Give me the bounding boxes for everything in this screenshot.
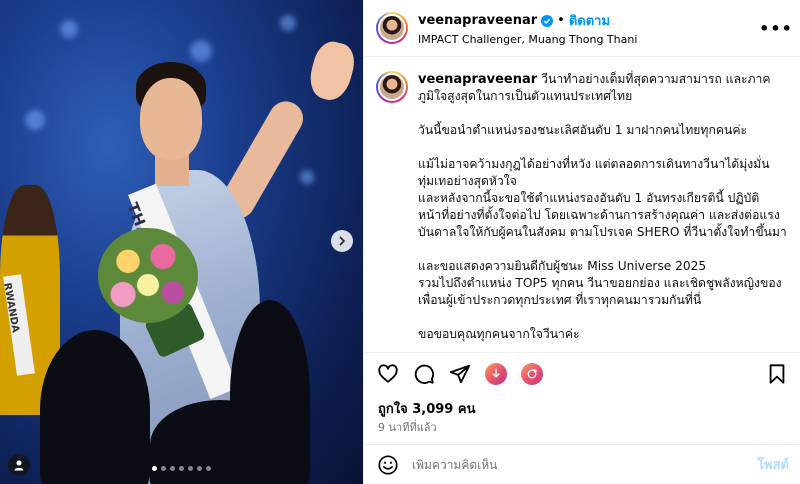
header-line: veenapraveenar • ติดตาม — [418, 10, 764, 31]
waving-hand — [305, 37, 359, 105]
bokeh-light — [25, 110, 45, 130]
comment-input[interactable] — [412, 457, 758, 472]
post-panel: veenapraveenar • ติดตาม IMPACT Challenge… — [363, 0, 800, 484]
header-text: veenapraveenar • ติดตาม IMPACT Challenge… — [418, 10, 764, 46]
boost-icon — [485, 362, 507, 385]
post-comment-button[interactable]: โพสต์ — [757, 454, 789, 475]
post-header: veenapraveenar • ติดตาม IMPACT Challenge… — [364, 0, 800, 57]
carousel-dot[interactable] — [161, 466, 166, 471]
avatar-image — [378, 73, 406, 101]
carousel-dot[interactable] — [206, 466, 211, 471]
caption-paragraph: แม้ไม่อาจคว้ามงกุฎได้อย่างที่หวัง แต่ตลอ… — [418, 157, 787, 239]
share-icon — [449, 364, 471, 383]
post-media[interactable]: RWANDA THAILAND — [0, 0, 363, 484]
bokeh-light — [280, 15, 296, 31]
carousel-next-button[interactable] — [331, 230, 353, 252]
bokeh-light — [300, 170, 314, 184]
more-options-button[interactable]: ••• — [759, 16, 792, 40]
like-button[interactable] — [376, 362, 400, 386]
user-tag-button[interactable] — [8, 454, 30, 476]
flower-bouquet — [98, 228, 198, 323]
follow-button[interactable]: ติดตาม — [569, 10, 610, 31]
carousel-dot[interactable] — [179, 466, 184, 471]
chevron-right-icon — [339, 236, 346, 246]
crowd-silhouette — [150, 400, 290, 484]
caption-paragraph: วันนี้ขอนำตำแหน่งรองชนะเลิศอันดับ 1 มาฝา… — [418, 123, 748, 137]
username-link[interactable]: veenapraveenar — [418, 13, 537, 28]
verified-badge-icon — [541, 14, 554, 27]
comment-button[interactable] — [412, 362, 436, 386]
action-bar — [364, 352, 800, 394]
carousel-dot[interactable] — [152, 466, 157, 471]
emoji-icon — [378, 454, 398, 475]
bookmark-icon — [769, 363, 785, 384]
caption-avatar[interactable] — [376, 71, 408, 103]
carousel-dots — [0, 466, 363, 471]
avatar-image — [378, 14, 406, 42]
reshare-icon — [521, 362, 543, 385]
save-button[interactable] — [765, 362, 789, 386]
comment-icon — [414, 364, 435, 384]
more-icon: ••• — [759, 18, 793, 38]
post-timestamp[interactable]: 9 นาทีที่แล้ว — [378, 418, 437, 436]
boost-button[interactable] — [484, 362, 508, 386]
like-count[interactable]: ถูกใจ 3,099 คน — [378, 398, 475, 419]
caption-section: veenapraveenar วีนาทำอย่างเต็มที่สุดความส… — [364, 57, 800, 350]
carousel-dot[interactable] — [197, 466, 202, 471]
heart-icon — [378, 363, 398, 383]
bokeh-light — [190, 40, 212, 62]
avatar[interactable] — [376, 12, 408, 44]
emoji-button[interactable] — [376, 453, 400, 477]
caption-paragraph: และขอแสดงความยินดีกับผู้ชนะ Miss Univers… — [418, 259, 782, 307]
contestant-face — [140, 78, 202, 160]
share-button[interactable] — [448, 362, 472, 386]
separator-dot: • — [557, 13, 565, 28]
caption-username[interactable]: veenapraveenar — [418, 72, 537, 87]
carousel-dot[interactable] — [170, 466, 175, 471]
caption-text: veenapraveenar วีนาทำอย่างเต็มที่สุดความส… — [418, 71, 788, 350]
crowd-silhouette — [40, 330, 150, 484]
reshare-button[interactable] — [520, 362, 544, 386]
carousel-dot[interactable] — [188, 466, 193, 471]
comment-bar: โพสต์ — [364, 444, 800, 484]
caption-paragraph: ขอขอบคุณทุกคนจากใจวีนาค่ะ — [418, 327, 580, 341]
bokeh-light — [60, 20, 78, 38]
location-link[interactable]: IMPACT Challenger, Muang Thong Thani — [418, 33, 764, 46]
